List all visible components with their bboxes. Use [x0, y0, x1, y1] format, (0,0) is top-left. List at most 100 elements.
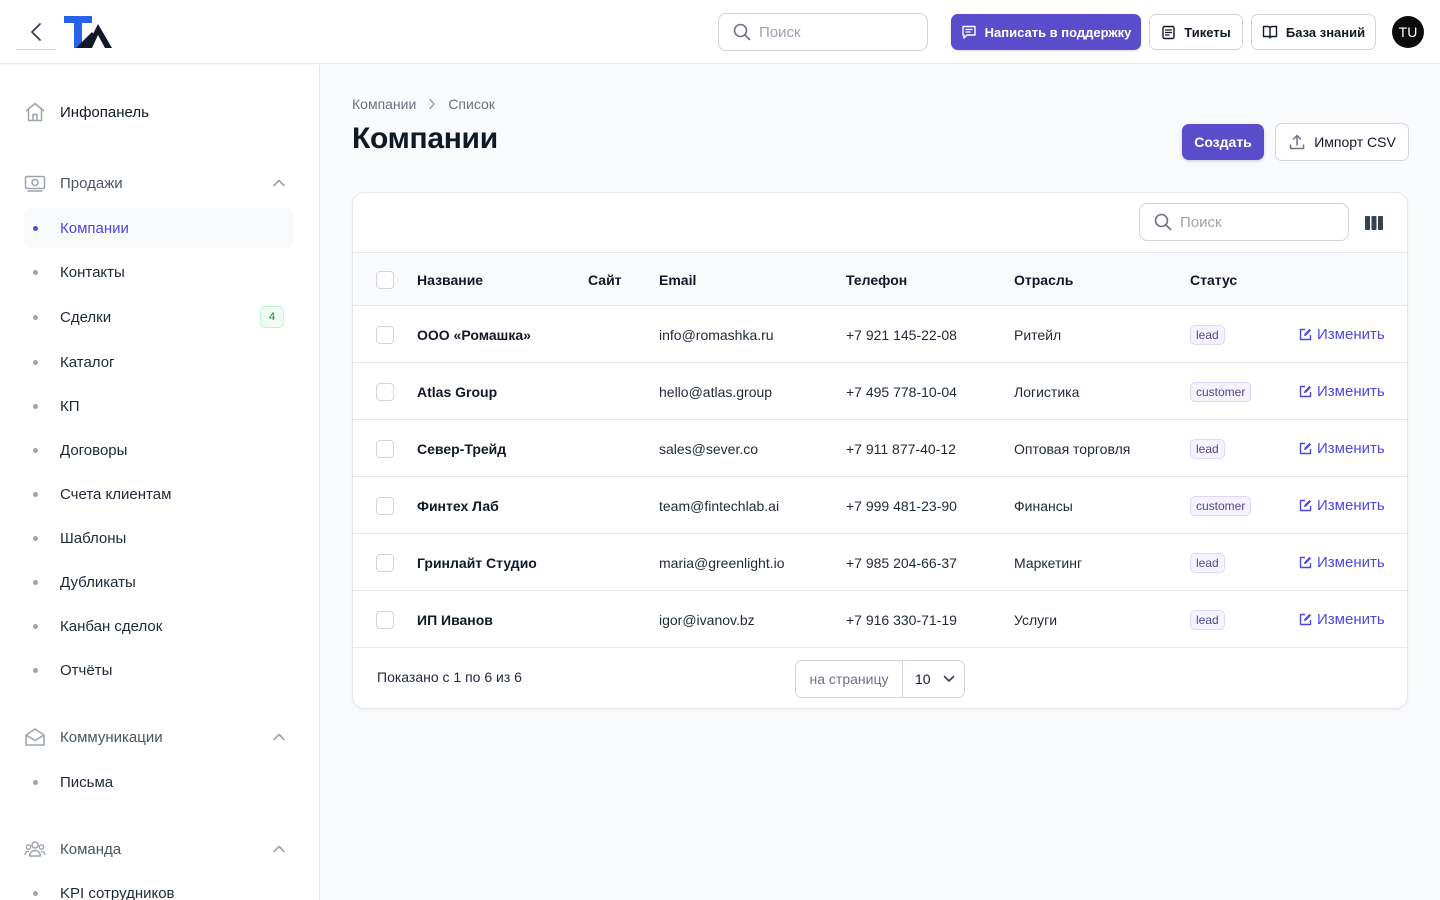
- sidebar-item-proposals[interactable]: КП: [24, 386, 294, 426]
- sidebar-item-kpi[interactable]: KPI сотрудников: [24, 873, 294, 900]
- edit-link[interactable]: Изменить: [1299, 326, 1385, 343]
- chevron-right-icon: [429, 98, 436, 110]
- user-avatar[interactable]: TU: [1392, 16, 1424, 48]
- global-search[interactable]: [718, 13, 928, 51]
- sidebar-item-contracts[interactable]: Договоры: [24, 430, 294, 470]
- status-badge: lead: [1190, 609, 1225, 630]
- table-row[interactable]: Финтех Лаб team@fintechlab.ai +7 999 481-2…: [353, 477, 1407, 534]
- column-header-email[interactable]: Email: [659, 253, 696, 306]
- cell-status: customer: [1190, 477, 1252, 534]
- cell-name: Atlas Group: [417, 383, 498, 400]
- sidebar-item-label: Сделки: [60, 308, 112, 326]
- chevron-up-icon[interactable]: [272, 732, 286, 742]
- support-button[interactable]: Написать в поддержку: [951, 14, 1141, 50]
- column-header-industry[interactable]: Отрасль: [1014, 253, 1073, 306]
- chevron-up-icon[interactable]: [272, 178, 286, 188]
- sidebar-item-duplicates[interactable]: Дубликаты: [24, 562, 294, 602]
- sidebar-item-catalog[interactable]: Каталог: [24, 342, 294, 382]
- sidebar-item-label: Контакты: [60, 263, 125, 281]
- sidebar-item-templates[interactable]: Шаблоны: [24, 518, 294, 558]
- cell-phone: +7 916 330-71-19: [846, 611, 957, 628]
- cell-industry: Ритейл: [1014, 326, 1062, 343]
- cell-email: igor@ivanov.bz: [659, 611, 755, 628]
- support-button-label: Написать в поддержку: [984, 24, 1132, 40]
- row-checkbox[interactable]: [376, 497, 394, 515]
- view-columns-icon: [1365, 216, 1383, 230]
- column-header-name[interactable]: Название: [417, 253, 483, 306]
- row-checkbox[interactable]: [376, 383, 394, 401]
- sidebar-item-label: Канбан сделок: [60, 617, 163, 635]
- edit-link[interactable]: Изменить: [1299, 554, 1385, 571]
- columns-toggle-button[interactable]: [1363, 212, 1385, 234]
- column-header-site[interactable]: Сайт: [588, 253, 622, 306]
- breadcrumb: Компании Список: [352, 96, 495, 112]
- row-checkbox[interactable]: [376, 554, 394, 572]
- select-all-checkbox[interactable]: [376, 271, 394, 289]
- sidebar-group-communications[interactable]: Коммуникации: [24, 726, 286, 748]
- cell-name: ИП Иванов: [417, 611, 493, 628]
- bullet-dot: [33, 890, 38, 896]
- sidebar-item-deals[interactable]: Сделки 4: [24, 297, 294, 337]
- sidebar-item-contacts[interactable]: Контакты: [24, 252, 294, 292]
- chevron-up-icon[interactable]: [272, 844, 286, 854]
- tickets-button[interactable]: Тикеты: [1149, 14, 1243, 50]
- sidebar-item-label: Компании: [60, 219, 129, 237]
- sidebar-item-label: Договоры: [60, 441, 128, 459]
- per-page-dropdown[interactable]: 10: [903, 661, 964, 697]
- sidebar-group-label: Команда: [60, 840, 122, 858]
- column-header-phone[interactable]: Телефон: [846, 253, 907, 306]
- create-button[interactable]: Создать: [1182, 124, 1264, 160]
- sidebar-item-label: Письма: [60, 773, 114, 791]
- cell-phone: +7 911 877-40-12: [846, 440, 956, 457]
- breadcrumb-link[interactable]: Компании: [352, 96, 416, 112]
- edit-link-label: Изменить: [1317, 326, 1385, 343]
- row-checkbox[interactable]: [376, 611, 394, 629]
- sidebar-item-companies[interactable]: Компании: [24, 208, 294, 248]
- global-search-input[interactable]: [759, 23, 909, 41]
- table-row[interactable]: ИП Иванов igor@ivanov.bz +7 916 330-71-19 У…: [353, 591, 1407, 648]
- sidebar-item-dashboard[interactable]: Инфопанель: [24, 101, 149, 123]
- status-badge: lead: [1190, 324, 1225, 345]
- column-header-status[interactable]: Статус: [1190, 253, 1237, 306]
- table-row[interactable]: ООО «Ромашка» info@romashka.ru +7 921 145-…: [353, 306, 1407, 363]
- cell-industry: Логистика: [1014, 383, 1080, 400]
- edit-link[interactable]: Изменить: [1299, 611, 1385, 628]
- bullet-dot: [33, 623, 38, 629]
- cell-name: Север-Трейд: [417, 440, 507, 457]
- sidebar: Инфопанель Продажи Компании Контакты Сде…: [0, 65, 320, 900]
- table-row[interactable]: Гринлайт Студио maria@greenlight.io +7 985…: [353, 534, 1407, 591]
- sidebar-item-label: Каталог: [60, 353, 115, 371]
- app-logo[interactable]: [62, 14, 118, 50]
- knowledge-base-button[interactable]: База знаний: [1251, 14, 1376, 50]
- edit-link[interactable]: Изменить: [1299, 440, 1385, 457]
- table-row[interactable]: Atlas Group hello@atlas.group +7 495 778-1…: [353, 363, 1407, 420]
- row-checkbox[interactable]: [376, 440, 394, 458]
- sidebar-item-deals-kanban[interactable]: Канбан сделок: [24, 606, 294, 646]
- bullet-dot: [33, 314, 38, 320]
- table-search-input[interactable]: [1180, 213, 1330, 231]
- sidebar-item-reports[interactable]: Отчёты: [24, 650, 294, 690]
- table-search[interactable]: [1139, 203, 1349, 241]
- edit-link-label: Изменить: [1317, 611, 1385, 628]
- bullet-dot: [33, 359, 38, 365]
- cell-actions: Изменить: [1299, 534, 1385, 591]
- row-checkbox[interactable]: [376, 326, 394, 344]
- deals-count-badge: 4: [260, 306, 284, 328]
- status-badge: customer: [1190, 495, 1252, 516]
- sidebar-group-label: Коммуникации: [60, 728, 163, 746]
- sidebar-item-label: Счета клиентам: [60, 485, 172, 503]
- bullet-dot: [33, 779, 38, 785]
- table-row[interactable]: Север-Трейд sales@sever.co +7 911 877-40-1…: [353, 420, 1407, 477]
- back-button[interactable]: [16, 14, 56, 50]
- cell-status: lead: [1190, 420, 1225, 477]
- bullet-dot: [33, 403, 38, 409]
- edit-link-label: Изменить: [1317, 554, 1385, 571]
- edit-link[interactable]: Изменить: [1299, 497, 1385, 514]
- sidebar-item-invoices[interactable]: Счета клиентам: [24, 474, 294, 514]
- sidebar-group-team[interactable]: Команда: [24, 838, 286, 860]
- sidebar-item-emails[interactable]: Письма: [24, 762, 294, 802]
- import-csv-button[interactable]: Импорт CSV: [1275, 123, 1409, 161]
- per-page-select[interactable]: на страницу 10: [795, 660, 965, 698]
- edit-link[interactable]: Изменить: [1299, 383, 1385, 400]
- sidebar-group-sales[interactable]: Продажи: [24, 172, 286, 194]
